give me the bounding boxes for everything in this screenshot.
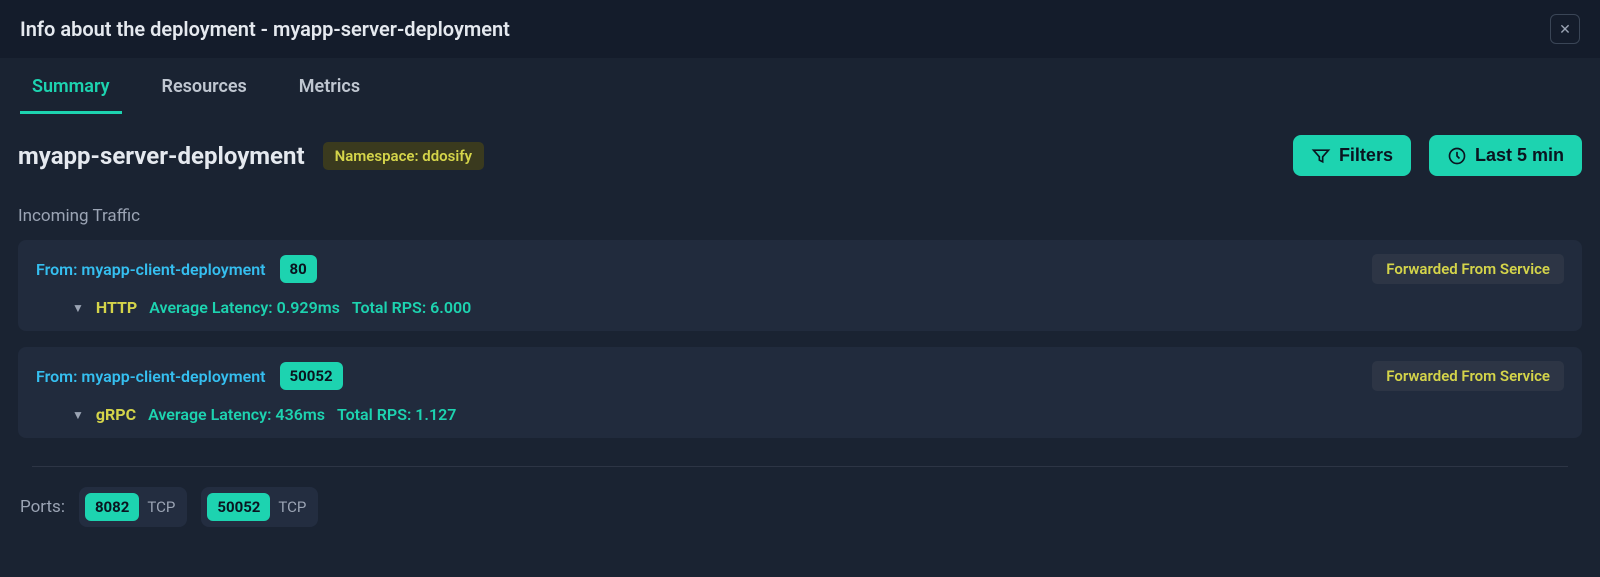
protocol-label: gRPC bbox=[96, 405, 136, 424]
latency-stat: Average Latency: 436ms bbox=[148, 405, 325, 424]
rps-stat: Total RPS: 1.127 bbox=[337, 405, 456, 424]
port-item: 50052 TCP bbox=[201, 487, 318, 527]
traffic-from: From: myapp-client-deployment 50052 bbox=[36, 362, 343, 390]
traffic-card: From: myapp-client-deployment 80 Forward… bbox=[18, 240, 1582, 331]
port-item: 8082 TCP bbox=[79, 487, 187, 527]
tab-summary[interactable]: Summary bbox=[20, 58, 122, 114]
clock-icon bbox=[1447, 146, 1467, 166]
close-icon: ✕ bbox=[1559, 21, 1571, 38]
traffic-head: From: myapp-client-deployment 50052 Forw… bbox=[36, 361, 1564, 391]
traffic-head: From: myapp-client-deployment 80 Forward… bbox=[36, 254, 1564, 284]
close-button[interactable]: ✕ bbox=[1550, 14, 1580, 44]
forwarded-badge: Forwarded From Service bbox=[1372, 254, 1564, 284]
chevron-down-icon[interactable]: ▼ bbox=[72, 301, 84, 315]
timerange-button[interactable]: Last 5 min bbox=[1429, 135, 1582, 176]
port-protocol: TCP bbox=[147, 498, 175, 516]
traffic-card: From: myapp-client-deployment 50052 Forw… bbox=[18, 347, 1582, 438]
namespace-badge: Namespace: ddosify bbox=[323, 142, 484, 170]
modal-header: Info about the deployment - myapp-server… bbox=[0, 0, 1600, 58]
timerange-label: Last 5 min bbox=[1475, 145, 1564, 166]
ports-label: Ports: bbox=[20, 497, 65, 517]
filters-button[interactable]: Filters bbox=[1293, 135, 1411, 176]
tab-metrics[interactable]: Metrics bbox=[287, 58, 372, 114]
forwarded-badge: Forwarded From Service bbox=[1372, 361, 1564, 391]
protocol-label: HTTP bbox=[96, 298, 137, 317]
port-badge: 50052 bbox=[280, 362, 343, 390]
latency-stat: Average Latency: 0.929ms bbox=[149, 298, 340, 317]
title-left: myapp-server-deployment Namespace: ddosi… bbox=[18, 142, 484, 170]
incoming-traffic-title: Incoming Traffic bbox=[18, 206, 1582, 226]
traffic-from: From: myapp-client-deployment 80 bbox=[36, 255, 317, 283]
title-actions: Filters Last 5 min bbox=[1293, 135, 1582, 176]
filter-icon bbox=[1311, 146, 1331, 166]
filters-label: Filters bbox=[1339, 145, 1393, 166]
traffic-detail: ▼ HTTP Average Latency: 0.929ms Total RP… bbox=[36, 298, 1564, 317]
traffic-from-text[interactable]: From: myapp-client-deployment bbox=[36, 367, 266, 386]
port-badge: 80 bbox=[280, 255, 317, 283]
content-area: myapp-server-deployment Namespace: ddosi… bbox=[0, 115, 1600, 547]
ports-row: Ports: 8082 TCP 50052 TCP bbox=[18, 487, 1582, 527]
tab-resources[interactable]: Resources bbox=[150, 58, 259, 114]
traffic-from-text[interactable]: From: myapp-client-deployment bbox=[36, 260, 266, 279]
tab-bar: Summary Resources Metrics bbox=[0, 58, 1600, 115]
title-row: myapp-server-deployment Namespace: ddosi… bbox=[18, 135, 1582, 176]
modal-title: Info about the deployment - myapp-server… bbox=[20, 17, 510, 41]
traffic-detail: ▼ gRPC Average Latency: 436ms Total RPS:… bbox=[36, 405, 1564, 424]
port-number: 50052 bbox=[207, 493, 270, 521]
chevron-down-icon[interactable]: ▼ bbox=[72, 408, 84, 422]
rps-stat: Total RPS: 6.000 bbox=[352, 298, 471, 317]
deployment-name: myapp-server-deployment bbox=[18, 142, 305, 170]
port-number: 8082 bbox=[85, 493, 139, 521]
port-protocol: TCP bbox=[278, 498, 306, 516]
divider bbox=[32, 466, 1568, 467]
